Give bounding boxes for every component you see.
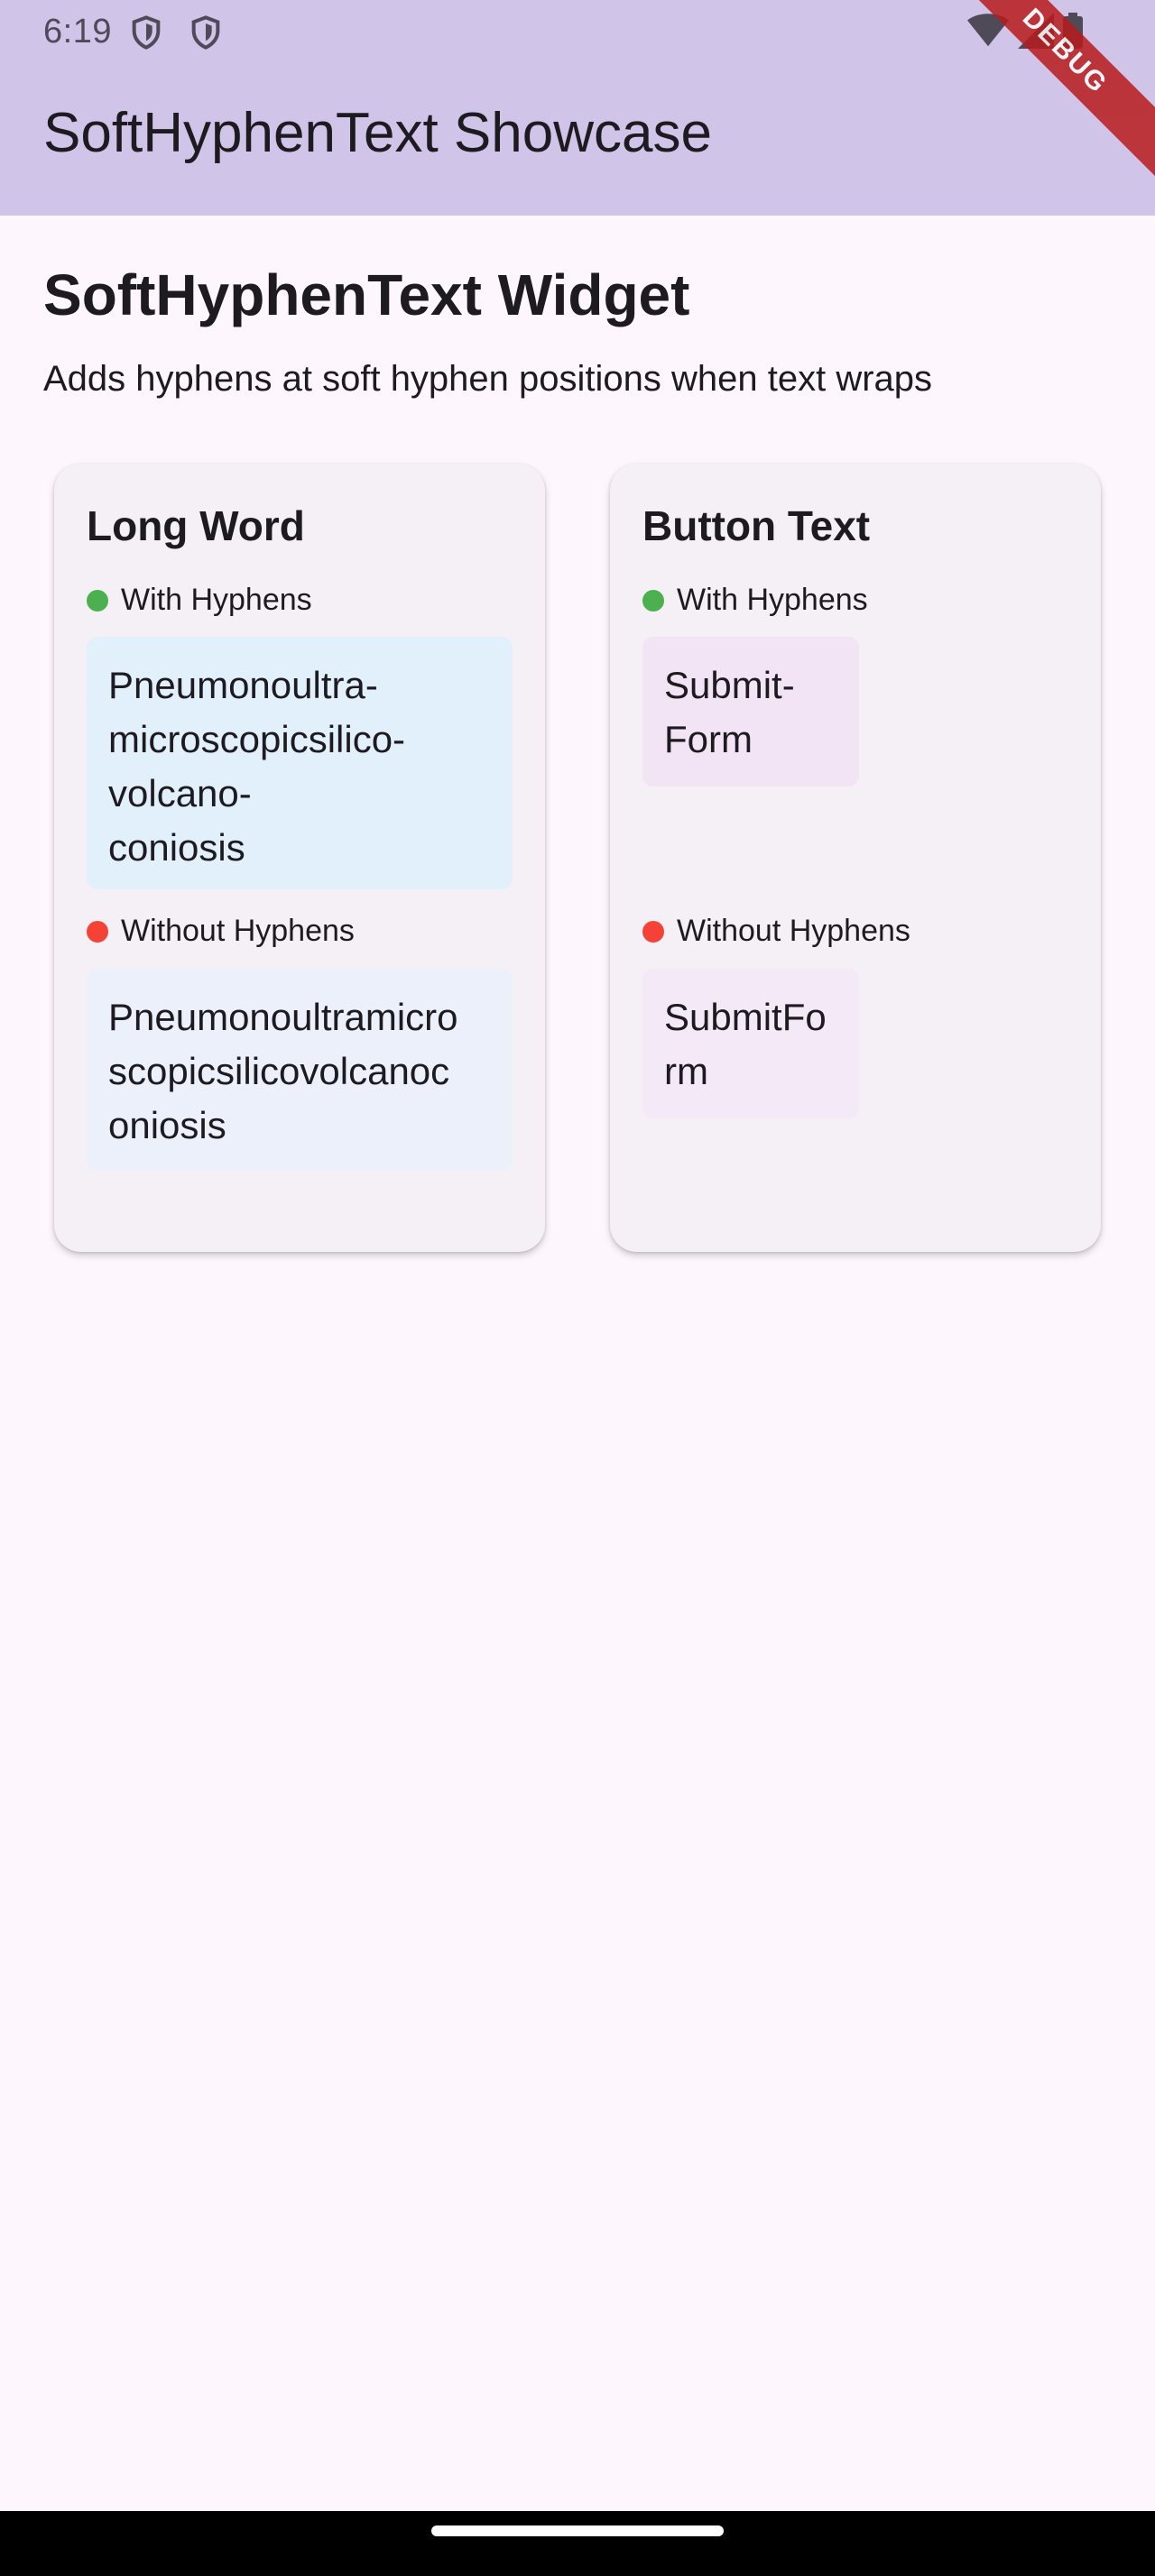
page-subtitle: Adds hyphens at soft hyphen positions wh… (43, 359, 933, 399)
app-bar: 6:19 SoftHyphenText Showcase (0, 0, 1155, 216)
unhyphenated-button-text: SubmitFo rm (642, 969, 859, 1118)
red-dot-icon (87, 920, 108, 943)
hyphenated-text-box: Pneumonoultra- microscopicsilico- volcan… (87, 637, 513, 889)
hyphenated-button-text: Submit- Form (642, 637, 859, 787)
screen: 6:19 SoftHyphenText Showcase DEBUG SoftH… (0, 0, 1155, 2576)
card-long-word: Long Word With Hyphens Pneumonoultra- mi… (54, 464, 545, 1252)
card-title: Button Text (642, 502, 871, 549)
shield-icon (132, 15, 161, 50)
without-hyphens-label: Without Hyphens (87, 914, 355, 949)
label-text: With Hyphens (121, 583, 312, 617)
with-hyphens-label: With Hyphens (642, 583, 868, 618)
page-heading: SoftHyphenText Widget (43, 262, 690, 327)
unhyphenated-text-box: Pneumonoultramicro scopicsilicovolcanoc … (87, 969, 513, 1171)
label-text: Without Hyphens (121, 914, 355, 948)
label-text: With Hyphens (677, 583, 868, 617)
system-nav-bar (0, 2511, 1155, 2576)
shield-icon (191, 15, 220, 50)
green-dot-icon (642, 589, 664, 612)
status-time: 6:19 (43, 13, 112, 51)
red-dot-icon (642, 920, 664, 943)
app-title: SoftHyphenText Showcase (43, 102, 712, 164)
card-title: Long Word (87, 502, 305, 549)
card-button-text: Button Text With Hyphens Submit- Form Wi… (610, 464, 1101, 1252)
with-hyphens-label: With Hyphens (87, 583, 312, 618)
home-gesture-handle[interactable] (431, 2525, 724, 2536)
label-text: Without Hyphens (677, 914, 910, 948)
green-dot-icon (87, 589, 108, 612)
without-hyphens-label: Without Hyphens (642, 914, 910, 949)
